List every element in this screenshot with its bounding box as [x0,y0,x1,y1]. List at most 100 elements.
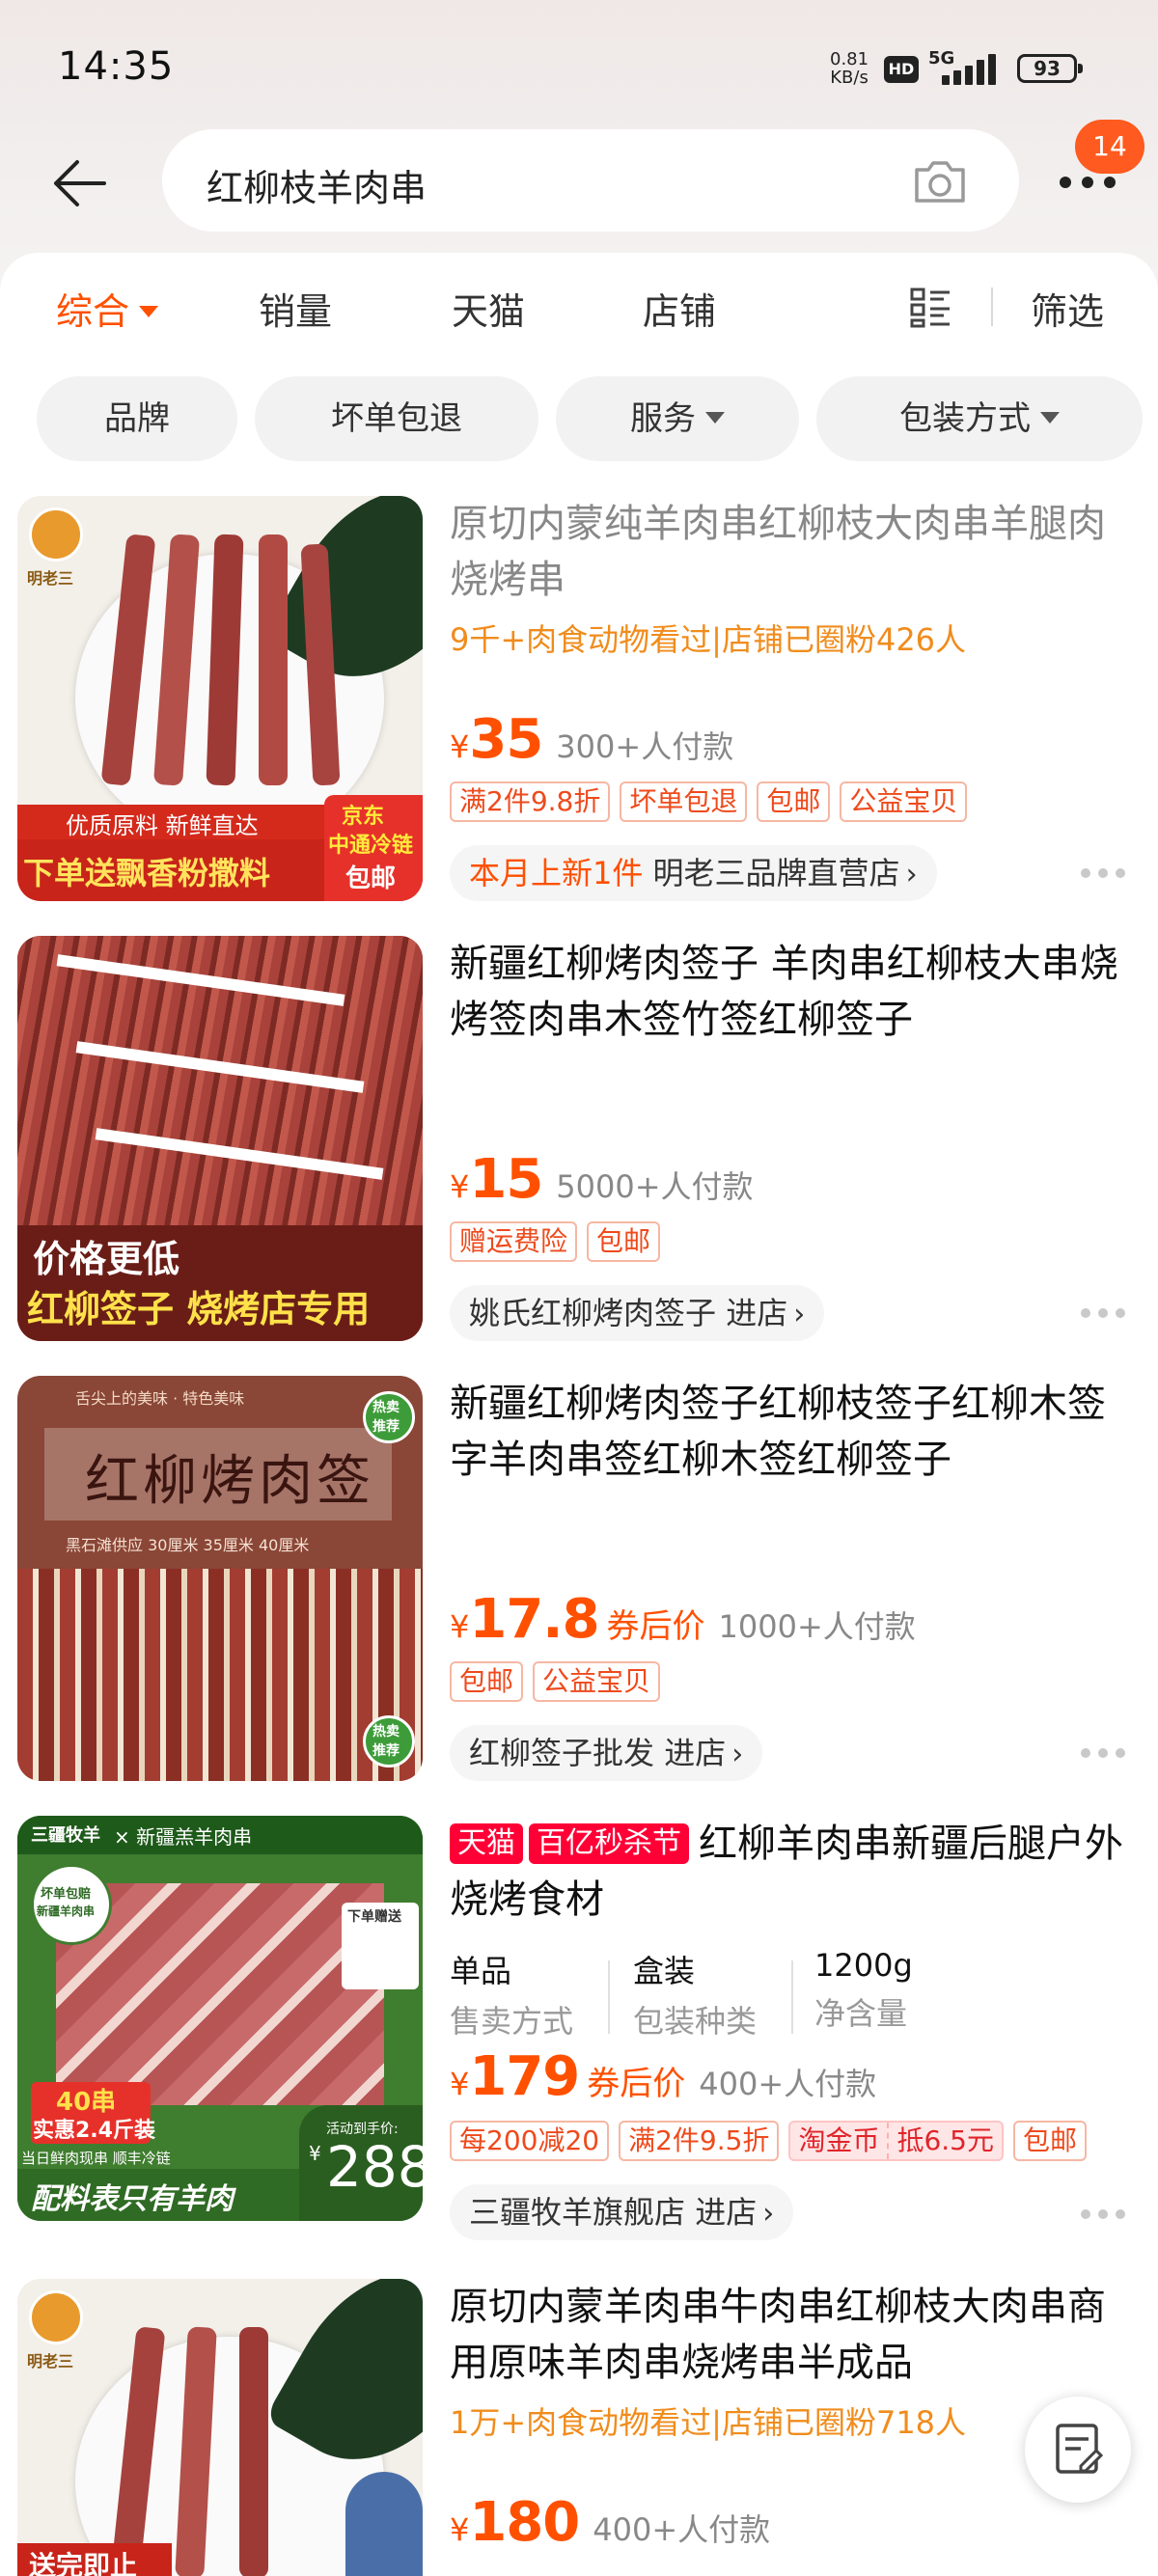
chip-service[interactable]: 服务 [556,376,799,461]
chip-bad-return[interactable]: 坏单包退 [255,376,538,461]
product-info: 原切内蒙纯羊肉串红柳枝大肉串羊腿肉烧烤串 9千+肉食动物看过|店铺已圈粉426人… [450,496,1135,901]
thumb-text: 热卖 [372,1724,400,1740]
chevron-right-icon: › [905,858,918,891]
product-title[interactable]: 新疆红柳烤肉签子红柳枝签子红柳木签字羊肉串签红柳木签红柳签子 [450,1376,1135,1488]
back-arrow-icon[interactable] [48,154,110,212]
thumb-text: × 新疆羔羊肉串 [114,1825,253,1849]
promo-tag: 公益宝贝 [840,781,968,822]
price-row: ¥35 300+人付款 [450,708,733,771]
more-options-icon[interactable] [1081,1748,1125,1760]
list-layout-icon[interactable] [909,286,953,330]
product-image[interactable]: 舌尖上的美味 · 特色美味 红柳烤肉签 黑石滩供应 30厘米 35厘米 40厘米… [17,1376,423,1781]
promo-tags: 赠运费险 包邮 [450,1221,670,1262]
tab-sales[interactable]: 销量 [259,282,332,340]
store-link[interactable]: 三疆牧羊旗舰店 进店 › [450,2184,794,2240]
currency: ¥ [450,2066,470,2102]
coin-label: 淘金币 [798,2124,880,2156]
caret-down-icon [705,411,725,424]
product-image[interactable]: 明老三 优质原料 新鲜直达 下单送飘香粉撒料 京东 中通冷链 包邮 [17,496,423,901]
tab-tmall[interactable]: 天猫 [452,282,525,340]
product-title[interactable]: 天猫 百亿秒杀节 红柳羊肉串新疆后腿户外烧烤食材 [450,1816,1135,1928]
price: 180 [469,2491,580,2554]
price-row: ¥179 券后价 400+人付款 [450,2045,876,2108]
tmall-label: 天猫 [450,1823,523,1864]
message-count-badge: 14 [1075,120,1144,174]
paid-count: 400+人付款 [593,2511,771,2548]
attr-key: 包装种类 [633,2003,758,2040]
promo-tag: 赠运费险 [450,1221,578,1262]
chip-brand[interactable]: 品牌 [37,376,237,461]
price: 179 [469,2045,580,2108]
filter-button[interactable]: 筛选 [1031,282,1104,340]
popularity-text: 9千+肉食动物看过|店铺已圈粉426人 [450,621,967,658]
divider [991,288,993,326]
enter-store: 进店 [695,2194,758,2231]
currency: ¥ [450,728,470,765]
price-row: ¥15 5000+人付款 [450,1148,754,1211]
thumb-text: 包邮 [345,864,397,893]
price: 15 [469,1148,543,1211]
promo-tag: 坏单包退 [620,781,748,822]
feedback-button[interactable] [1025,2397,1131,2503]
thumb-text: 舌尖上的美味 · 特色美味 [75,1389,245,1408]
store-link[interactable]: 姚氏红柳烤肉签子 进店 › [450,1285,825,1341]
chip-label: 服务 [630,399,696,438]
price-row: ¥180 400+人付款 [450,2491,770,2554]
signal-icon [930,52,1000,85]
thumb-text: 送完即止 [29,2550,138,2576]
promo-tag: 满2件9.8折 [450,781,611,822]
battery-icon: 93 [1017,54,1083,83]
chevron-right-icon: › [793,1298,806,1331]
store-name: 红柳签子批发 [469,1735,655,1771]
store-name: 姚氏红柳烤肉签子 [469,1295,717,1331]
attr-key: 售卖方式 [450,2003,574,2040]
paid-count: 1000+人付款 [718,1608,916,1645]
thumb-text: 优质原料 新鲜直达 [66,812,259,839]
product-title[interactable]: 原切内蒙羊肉串牛肉串红柳枝大肉串商用原味羊肉串烧烤串半成品 [450,2279,1135,2391]
promo-tags: 每200减20 满2件9.5折 淘金币 抵6.5元 包邮 [450,2121,1096,2161]
net-speed-value: 0.81 [830,49,869,69]
tab-comprehensive[interactable]: 综合 [56,282,159,340]
chevron-right-icon: › [762,2197,775,2231]
thumb-text: 红柳签子 烧烤店专用 [27,1288,371,1330]
new-arrivals: 本月上新1件 [469,855,644,891]
thumb-currency: ¥ [309,2142,321,2165]
product-attributes: 单品 售卖方式 盒装 包装种类 1200g 净含量 [450,1947,951,2043]
chip-packaging[interactable]: 包装方式 [816,376,1143,461]
chip-label: 包装方式 [899,399,1031,438]
promo-tags: 满2件9.8折 坏单包退 包邮 公益宝贝 [450,781,977,822]
network-speed: 0.81 KB/s [830,50,868,87]
thumb-text: 中通冷链 [328,834,414,858]
thumb-text: 推荐 [372,1743,400,1759]
product-info: 新疆红柳烤肉签子红柳枝签子红柳木签字羊肉串签红柳木签红柳签子 ¥17.8 券后价 1… [450,1376,1135,1781]
more-options-icon[interactable] [1081,868,1125,880]
thumb-text: 价格更低 [33,1238,180,1280]
divider [791,1960,793,2034]
enter-store: 进店 [726,1295,788,1331]
chevron-right-icon: › [731,1738,744,1771]
tab-label: 综合 [56,290,130,333]
more-options-icon[interactable] [1081,1308,1125,1320]
more-options-icon[interactable] [1081,2209,1125,2221]
flash-sale-label: 百亿秒杀节 [529,1823,689,1864]
promo-tag: 包邮 [1012,2121,1087,2161]
thumb-text: 京东 [342,805,385,829]
search-input[interactable]: 红柳枝羊肉串 [162,129,1019,232]
clock: 14:35 [58,44,175,89]
promo-tag: 每200减20 [450,2121,610,2161]
attr-value: 单品 [450,1953,512,1989]
store-link[interactable]: 本月上新1件 明老三品牌直营店 › [450,845,937,901]
paid-count: 400+人付款 [699,2066,877,2102]
product-image[interactable]: 明老三 送完即止 [17,2279,423,2576]
product-image[interactable]: 价格更低 红柳签子 烧烤店专用 [17,936,423,1341]
tab-shops[interactable]: 店铺 [643,282,716,340]
thumb-banner: 红柳烤肉签 [85,1450,374,1513]
attr-value: 1200g [814,1947,913,1984]
product-title[interactable]: 新疆红柳烤肉签子 羊肉串红柳枝大串烧烤签肉串木签竹签红柳签子 [450,936,1135,1048]
product-title[interactable]: 原切内蒙纯羊肉串红柳枝大肉串羊腿肉烧烤串 [450,496,1135,608]
product-image[interactable]: × 新疆羔羊肉串 三疆牧羊 坏单包赔 新疆羊肉串 下单赠送 40串 实惠2.4斤… [17,1816,423,2221]
camera-icon[interactable] [911,154,969,208]
product-info: 新疆红柳烤肉签子 羊肉串红柳枝大串烧烤签肉串木签竹签红柳签子 ¥15 5000+人… [450,936,1135,1341]
store-link[interactable]: 红柳签子批发 进店 › [450,1725,763,1781]
promo-tag: 包邮 [757,781,831,822]
